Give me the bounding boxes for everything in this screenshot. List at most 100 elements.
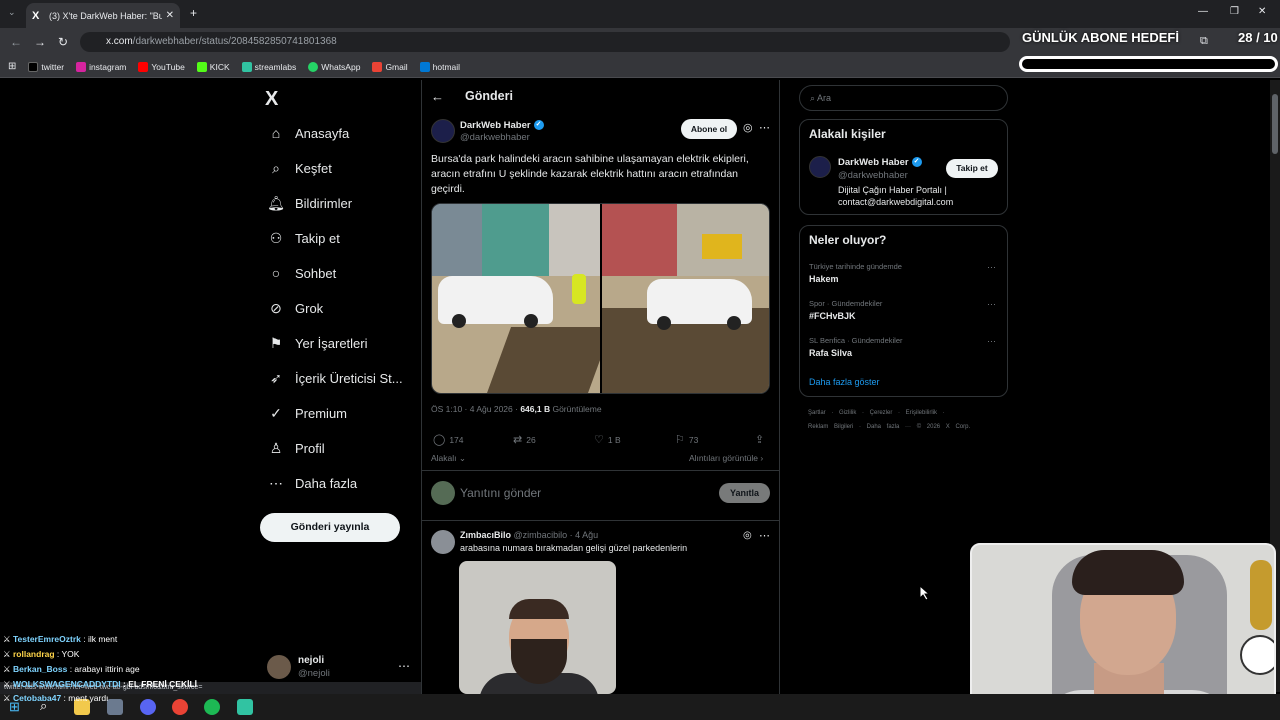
- scrollbar-thumb[interactable]: [1272, 94, 1278, 154]
- browser-tab[interactable]: X (3) X'te DarkWeb Haber: "Bursa ✕: [26, 3, 180, 28]
- reply-stat[interactable]: ◯ 174: [433, 433, 464, 446]
- back-arrow-icon[interactable]: ←: [431, 89, 444, 104]
- trend-item[interactable]: #FCHvBJK: [809, 311, 856, 321]
- bookmark-label: WhatsApp: [321, 61, 361, 72]
- related-sort[interactable]: Alakalı ⌄: [431, 453, 466, 464]
- nav-follow[interactable]: ⚇ Takip et: [268, 230, 340, 246]
- follow-button[interactable]: Takip et: [946, 159, 998, 178]
- related-person-name-text: DarkWeb Haber: [838, 157, 909, 168]
- window-close-icon[interactable]: ✕: [1258, 6, 1266, 17]
- author-avatar[interactable]: [431, 119, 455, 143]
- reply-button[interactable]: Yanıtla: [719, 483, 770, 503]
- nav-premium[interactable]: ✓ Premium: [268, 405, 347, 421]
- bookmark-hotmail[interactable]: hotmail: [419, 61, 460, 72]
- bookmark-count: 73: [688, 434, 699, 445]
- show-more-link[interactable]: Daha fazla göster: [809, 377, 880, 387]
- author-name[interactable]: DarkWeb Haber ✓: [460, 120, 544, 131]
- reply-input[interactable]: Yanıtını gönder: [460, 486, 541, 500]
- like-stat[interactable]: ♡ 1 B: [594, 433, 621, 446]
- back-icon[interactable]: ←: [10, 35, 22, 49]
- tab-search-icon[interactable]: ⌄: [8, 7, 16, 18]
- nav-label: Grok: [295, 300, 324, 316]
- nav-explore[interactable]: ⌕ Keşfet: [268, 160, 332, 176]
- search-input[interactable]: ⌕ Ara: [799, 85, 1008, 111]
- account-name[interactable]: nejoli: [298, 655, 324, 666]
- related-people-title: Alakalı kişiler: [809, 127, 886, 141]
- subscribe-button[interactable]: Abone ol: [681, 119, 737, 139]
- author-handle: @darkwebhaber: [460, 132, 530, 143]
- nav-creator-studio[interactable]: ➶ İçerik Üreticisi St...: [268, 370, 403, 386]
- footer-links[interactable]: Şartlar · Gizlilik · Çerezler · Erişileb…: [808, 410, 945, 416]
- trend-more-icon[interactable]: ⋯: [987, 299, 996, 310]
- bookmark-label: YouTube: [151, 61, 185, 72]
- tweet-more-icon[interactable]: ⋯: [759, 121, 770, 134]
- avatar[interactable]: [809, 156, 831, 178]
- streamlabs-icon[interactable]: [237, 699, 253, 715]
- divider: [421, 520, 780, 521]
- x-logo-icon[interactable]: X: [265, 88, 278, 111]
- reload-icon[interactable]: ↻: [58, 35, 68, 49]
- new-tab-icon[interactable]: +: [190, 6, 197, 20]
- trend-item[interactable]: Hakem: [809, 274, 839, 284]
- bookmark-icon: ⚑: [269, 334, 283, 351]
- tab-close-icon[interactable]: ✕: [166, 10, 174, 21]
- chrome-icon[interactable]: [172, 699, 188, 715]
- spotify-icon[interactable]: [204, 699, 220, 715]
- chat-user: TesterEmreOztrk: [12, 634, 81, 644]
- nav-notifications[interactable]: 🔔︎ Bildirimler: [267, 195, 352, 211]
- forward-icon[interactable]: →: [34, 35, 46, 49]
- search-icon: ⌕: [272, 159, 280, 176]
- extensions-icon[interactable]: ⧉: [1200, 35, 1208, 48]
- bookmark-instagram[interactable]: instagram: [76, 61, 126, 72]
- tweet-photo-2[interactable]: [601, 204, 769, 393]
- reply-author[interactable]: ZımbacıBilo @zimbacibilo · 4 Ağu: [460, 530, 598, 540]
- chat-user: rollandrag: [12, 649, 55, 659]
- bookmark-kick[interactable]: KICK: [196, 61, 230, 72]
- discord-icon[interactable]: [140, 699, 156, 715]
- nav-bookmarks[interactable]: ⚑ Yer İşaretleri: [268, 335, 368, 351]
- related-person-handle: @darkwebhaber: [838, 170, 908, 181]
- trend-more-icon[interactable]: ⋯: [987, 262, 996, 273]
- bookmark-gmail[interactable]: Gmail: [372, 61, 408, 72]
- app-icon[interactable]: [107, 699, 123, 715]
- view-quotes-link[interactable]: Alıntıları görüntüle ›: [689, 453, 763, 463]
- grok-explain-icon[interactable]: ◎: [743, 121, 753, 134]
- maximize-icon[interactable]: ❐: [1230, 6, 1239, 17]
- repost-stat[interactable]: ⇄ 26: [513, 433, 536, 446]
- avatar[interactable]: [267, 655, 291, 679]
- share-stat[interactable]: ⇪: [755, 433, 764, 446]
- bookmark-twitter[interactable]: twitter: [28, 61, 64, 72]
- bookmark-streamlabs[interactable]: streamlabs: [241, 61, 296, 72]
- reply-media[interactable]: [459, 561, 616, 694]
- related-person-bio: Dijital Çağın Haber Portalı |: [838, 185, 947, 195]
- url-path: /darkwebhaber/status/2084582850741801368: [132, 36, 337, 47]
- minimize-icon[interactable]: —: [1198, 6, 1208, 17]
- nav-chat[interactable]: ○ Sohbet: [268, 265, 336, 281]
- reply-more-icon[interactable]: ⋯: [759, 529, 770, 542]
- avatar: [431, 481, 455, 505]
- post-button[interactable]: Gönderi yayınla: [260, 513, 400, 542]
- bookmark-whatsapp[interactable]: WhatsApp: [308, 61, 361, 72]
- url-input[interactable]: x.com/darkwebhaber/status/20845828507418…: [80, 32, 1010, 52]
- trends-title: Neler oluyor?: [809, 233, 887, 247]
- nav-profile[interactable]: ♙ Profil: [268, 440, 325, 456]
- related-person-name[interactable]: DarkWeb Haber ✓: [838, 157, 922, 168]
- grok-explain-icon[interactable]: ◎: [743, 530, 752, 541]
- apps-icon[interactable]: ⊞: [8, 61, 16, 72]
- nav-label: Anasayfa: [295, 125, 350, 141]
- account-more-icon[interactable]: ⋯: [398, 659, 410, 673]
- nav-home[interactable]: ⌂ Anasayfa: [268, 125, 349, 141]
- bookmark-youtube[interactable]: YouTube: [138, 61, 185, 72]
- trend-more-icon[interactable]: ⋯: [987, 336, 996, 347]
- nav-more[interactable]: ⋯ Daha fazla: [268, 475, 357, 491]
- related-person-email[interactable]: contact@darkwebdigital.com: [838, 197, 953, 207]
- tweet-photo-1[interactable]: [432, 204, 600, 393]
- tweet-media[interactable]: [431, 203, 770, 394]
- footer-links[interactable]: Reklam Bilgileri · Daha fazla ··· © 2026…: [808, 424, 970, 430]
- share-icon: ⇪: [755, 434, 765, 446]
- bookmark-stat[interactable]: ⚐ 73: [675, 433, 698, 446]
- trend-item[interactable]: Rafa Silva: [809, 348, 852, 358]
- more-circle-icon: ⋯: [269, 474, 283, 491]
- avatar[interactable]: [431, 530, 455, 554]
- nav-grok[interactable]: ⊘ Grok: [268, 300, 323, 316]
